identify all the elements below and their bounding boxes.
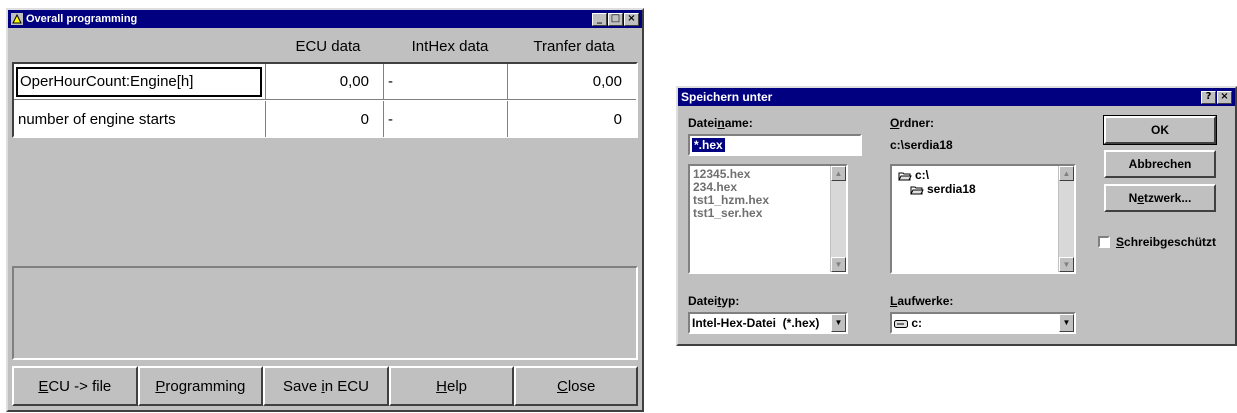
mnemonic: H xyxy=(436,377,447,395)
label-part: n ECU xyxy=(324,377,369,395)
overall-programming-window: Overall programming _ □ × ECU data IntHe… xyxy=(6,8,644,412)
button-bar: E CU -> file Programming Save in ECU Help… xyxy=(12,366,638,406)
folder-label: Ordner: xyxy=(890,116,934,130)
ecu-to-file-button[interactable]: E CU -> file xyxy=(12,366,138,406)
drive-icon xyxy=(894,315,908,333)
label-part: N xyxy=(1128,191,1138,205)
mnemonic: S xyxy=(1116,235,1125,249)
mnemonic: O xyxy=(890,116,900,130)
chevron-down-icon[interactable]: ▼ xyxy=(831,314,846,332)
label-part: Datei xyxy=(688,294,718,308)
directory-list[interactable]: c:\ serdia18 ▲ ▼ xyxy=(890,164,1076,274)
scroll-down-icon[interactable]: ▼ xyxy=(831,257,846,272)
label-part: yp: xyxy=(721,294,740,308)
mnemonic: E xyxy=(38,377,49,395)
label-part: ame: xyxy=(724,116,753,130)
open-folder-icon xyxy=(898,170,912,181)
label-part: rdner: xyxy=(899,116,935,130)
transfer-value-cell[interactable]: 0 xyxy=(508,101,636,137)
label-part: Save xyxy=(283,377,322,395)
scroll-up-icon[interactable]: ▲ xyxy=(831,166,846,181)
cancel-button[interactable]: Abbrechen xyxy=(1104,150,1216,178)
file-list[interactable]: 12345.hex 234.hex tst1_hzm.hex tst1_ser.… xyxy=(688,164,848,274)
close-window-button[interactable]: × xyxy=(624,12,639,26)
label-part: rogramming xyxy=(165,377,246,395)
row-name-cell[interactable]: number of engine starts xyxy=(14,101,266,137)
table-row[interactable]: OperHourCount:Engine[h] 0,00 - 0,00 xyxy=(14,64,636,100)
dialog-title: Speichern unter xyxy=(681,90,773,104)
mnemonic: C xyxy=(556,377,568,395)
scroll-up-icon[interactable]: ▲ xyxy=(1059,166,1074,181)
close-button[interactable]: Close xyxy=(514,366,638,406)
column-header-transfer-data: Tranfer data xyxy=(533,38,615,55)
title-bar[interactable]: Speichern unter ? × xyxy=(678,88,1235,106)
mnemonic: e xyxy=(1137,191,1144,205)
mnemonic: n xyxy=(717,116,725,130)
data-grid: OperHourCount:Engine[h] 0,00 - 0,00 numb… xyxy=(12,62,638,138)
label-part: CU -> file xyxy=(48,377,112,395)
window-title: Overall programming xyxy=(26,13,138,25)
drive-value: c: xyxy=(911,316,923,330)
chevron-down-icon[interactable]: ▼ xyxy=(1059,314,1074,332)
save-as-dialog: Speichern unter ? × Dateiname: *.hex 123… xyxy=(676,86,1237,346)
inthex-value-cell[interactable]: - xyxy=(384,64,508,99)
column-header-inthex-data: IntHex data xyxy=(411,38,489,55)
list-item[interactable]: c:\ xyxy=(898,168,976,182)
filename-value: *.hex xyxy=(692,138,725,152)
file-list-scrollbar[interactable]: ▲ ▼ xyxy=(830,166,846,272)
programming-button[interactable]: Programming xyxy=(137,366,264,406)
dir-label: c:\ xyxy=(915,168,930,182)
label-part: Datei xyxy=(688,116,718,130)
directory-list-scrollbar[interactable]: ▲ ▼ xyxy=(1058,166,1074,272)
ecu-value-cell[interactable]: 0,00 xyxy=(266,64,384,99)
dir-label: serdia18 xyxy=(927,182,976,196)
minimize-button[interactable]: _ xyxy=(592,12,607,26)
help-title-button[interactable]: ? xyxy=(1201,90,1216,104)
help-button[interactable]: Help xyxy=(388,366,515,406)
close-window-button[interactable]: × xyxy=(1217,90,1232,104)
filetype-select[interactable]: Intel-Hex-Datei (*.hex) ▼ xyxy=(688,312,848,334)
readonly-label[interactable]: Schreibgeschützt xyxy=(1116,235,1216,249)
folder-path: c:\serdia18 xyxy=(890,138,953,152)
label-part: lose xyxy=(567,377,596,395)
scroll-down-icon[interactable]: ▼ xyxy=(1059,257,1074,272)
label-part: elp xyxy=(446,377,468,395)
mnemonic: P xyxy=(155,377,166,395)
readonly-checkbox[interactable] xyxy=(1098,236,1110,248)
title-bar[interactable]: Overall programming _ □ × xyxy=(8,10,642,28)
label-part: tzwerk... xyxy=(1144,191,1192,205)
network-button[interactable]: Ne tzwerk... xyxy=(1104,184,1216,212)
filename-label: Dateiname: xyxy=(688,116,753,130)
label-part: chreibgeschützt xyxy=(1124,235,1217,249)
row-name-cell[interactable]: OperHourCount:Engine[h] xyxy=(16,66,262,97)
drives-label: Laufwerke: xyxy=(890,294,953,308)
column-header-ecu-data: ECU data xyxy=(295,38,361,55)
transfer-value-cell[interactable]: 0,00 xyxy=(508,64,636,99)
ecu-value-cell[interactable]: 0 xyxy=(266,101,384,137)
app-icon xyxy=(11,13,23,25)
drive-select[interactable]: c: ▼ xyxy=(890,312,1076,334)
info-panel xyxy=(12,266,638,360)
list-item[interactable]: serdia18 xyxy=(898,182,976,196)
inthex-value-cell[interactable]: - xyxy=(384,101,508,137)
table-row[interactable]: number of engine starts 0 - 0 xyxy=(14,101,636,137)
ok-button[interactable]: OK xyxy=(1103,115,1217,145)
list-item[interactable]: tst1_ser.hex xyxy=(693,207,769,220)
save-in-ecu-button[interactable]: Save in ECU xyxy=(263,366,389,406)
open-folder-icon xyxy=(910,184,924,195)
filename-input[interactable]: *.hex xyxy=(688,134,862,156)
maximize-button[interactable]: □ xyxy=(608,12,623,26)
filetype-label: Dateityp: xyxy=(688,294,739,308)
filetype-value: Intel-Hex-Datei (*.hex) xyxy=(692,316,820,330)
label-part: aufwerke: xyxy=(897,294,954,308)
